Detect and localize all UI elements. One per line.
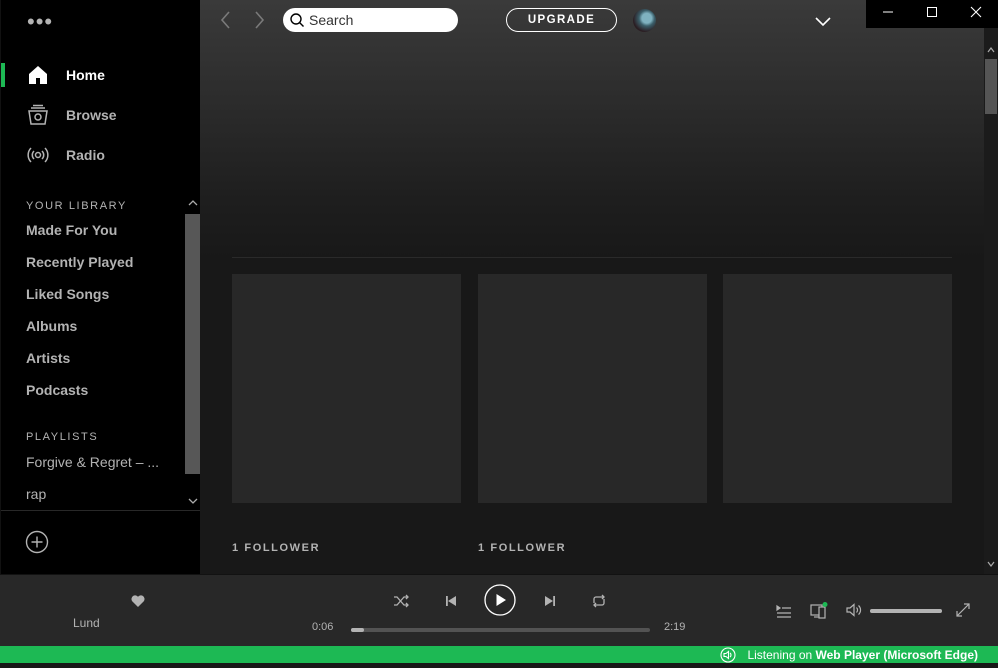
playlist-card[interactable]	[723, 274, 952, 503]
total-time: 2:19	[664, 621, 686, 633]
card-follower-count: 1 FOLLOWER	[478, 542, 567, 554]
queue-button[interactable]	[776, 603, 792, 619]
connect-device: Web Player (Microsoft Edge)	[815, 648, 978, 662]
new-playlist-button[interactable]	[25, 530, 49, 554]
library-section-title: YOUR LIBRARY	[26, 200, 127, 212]
volume-icon	[846, 603, 862, 622]
minimize-icon	[882, 5, 894, 23]
home-icon	[26, 63, 50, 87]
card-follower-count: 1 FOLLOWER	[232, 542, 321, 554]
sidebar-item-radio[interactable]: Radio	[26, 143, 105, 167]
scroll-down-icon[interactable]	[987, 560, 995, 570]
sidebar-scrollbar[interactable]	[185, 198, 201, 510]
main-scroll-thumb[interactable]	[985, 59, 997, 114]
playlist-card[interactable]	[232, 274, 461, 503]
active-indicator	[1, 63, 5, 87]
close-icon	[970, 5, 982, 23]
mute-button[interactable]	[846, 602, 862, 618]
sidebar: ••• Home Browse Radio YOUR LIBRARY Made …	[0, 0, 201, 574]
chevron-down-icon	[812, 17, 834, 36]
forward-button[interactable]	[247, 8, 271, 32]
next-button[interactable]	[542, 593, 558, 609]
sidebar-item-podcasts[interactable]: Podcasts	[26, 382, 88, 398]
playlist-item[interactable]: Forgive & Regret – ...	[26, 454, 166, 470]
play-button[interactable]	[484, 584, 516, 616]
devices-button[interactable]	[810, 602, 828, 619]
main-scrollbar[interactable]	[984, 28, 998, 574]
search-box[interactable]	[283, 8, 458, 32]
play-icon	[484, 584, 516, 620]
connect-prefix: Listening on	[747, 648, 813, 662]
sidebar-item-home[interactable]: Home	[26, 63, 105, 87]
section-divider	[232, 257, 952, 258]
sidebar-item-made-for-you[interactable]: Made For You	[26, 222, 117, 238]
scroll-up-icon[interactable]	[987, 46, 995, 56]
sidebar-item-label: Home	[66, 67, 105, 83]
sidebar-divider	[1, 510, 201, 511]
heart-icon	[130, 595, 146, 613]
back-button[interactable]	[214, 8, 238, 32]
maximize-icon	[926, 5, 938, 23]
expand-icon	[955, 603, 971, 622]
chevron-right-icon	[247, 11, 271, 36]
add-circle-icon	[25, 530, 49, 558]
close-button[interactable]	[954, 0, 998, 28]
scroll-up-icon[interactable]	[188, 198, 198, 211]
playlist-card[interactable]	[478, 274, 707, 503]
sidebar-item-recently-played[interactable]: Recently Played	[26, 254, 133, 270]
playlist-item[interactable]: rap	[26, 486, 166, 502]
sidebar-item-label: Browse	[66, 107, 117, 123]
progress-fill	[351, 628, 364, 632]
connect-status: Listening on Web Player (Microsoft Edge)	[747, 648, 978, 662]
search-input[interactable]	[309, 12, 449, 28]
sidebar-scroll-thumb[interactable]	[185, 214, 201, 474]
queue-icon	[776, 604, 792, 623]
now-playing-artist[interactable]: Lund	[73, 616, 100, 630]
main-view: UPGRADE 1 FOLLOWER 1 FOLLOWER	[200, 0, 984, 574]
speaker-icon	[720, 647, 736, 663]
menu-dots-button[interactable]: •••	[27, 11, 53, 33]
skip-forward-icon	[542, 596, 558, 613]
scroll-down-icon[interactable]	[188, 496, 198, 509]
sidebar-item-browse[interactable]: Browse	[26, 103, 117, 127]
radio-icon	[26, 143, 50, 167]
repeat-button[interactable]	[591, 593, 607, 609]
connect-bar[interactable]: Listening on Web Player (Microsoft Edge)	[0, 646, 998, 663]
previous-button[interactable]	[443, 593, 459, 609]
minimize-button[interactable]	[866, 0, 910, 28]
sidebar-item-label: Radio	[66, 147, 105, 163]
shuffle-button[interactable]	[393, 593, 409, 609]
browse-icon	[26, 103, 50, 127]
shuffle-icon	[393, 594, 409, 613]
upgrade-button[interactable]: UPGRADE	[506, 8, 617, 32]
sidebar-item-albums[interactable]: Albums	[26, 318, 77, 334]
volume-fill	[870, 609, 942, 613]
user-menu-button[interactable]	[812, 10, 834, 32]
skip-back-icon	[443, 596, 459, 613]
player-bar: Lund 0:06 2:19	[0, 574, 998, 646]
sidebar-item-liked-songs[interactable]: Liked Songs	[26, 286, 109, 302]
devices-icon	[810, 602, 828, 624]
sidebar-item-artists[interactable]: Artists	[26, 350, 70, 366]
like-button[interactable]	[130, 593, 146, 609]
search-icon	[289, 12, 305, 28]
playlists-section-title: PLAYLISTS	[26, 431, 99, 443]
fullscreen-button[interactable]	[955, 602, 971, 618]
chevron-left-icon	[214, 11, 238, 36]
progress-bar[interactable]	[351, 628, 650, 632]
maximize-button[interactable]	[910, 0, 954, 28]
repeat-icon	[591, 594, 607, 613]
volume-slider[interactable]	[870, 609, 942, 613]
window-controls	[866, 0, 998, 28]
elapsed-time: 0:06	[312, 621, 334, 633]
avatar[interactable]	[633, 9, 656, 32]
